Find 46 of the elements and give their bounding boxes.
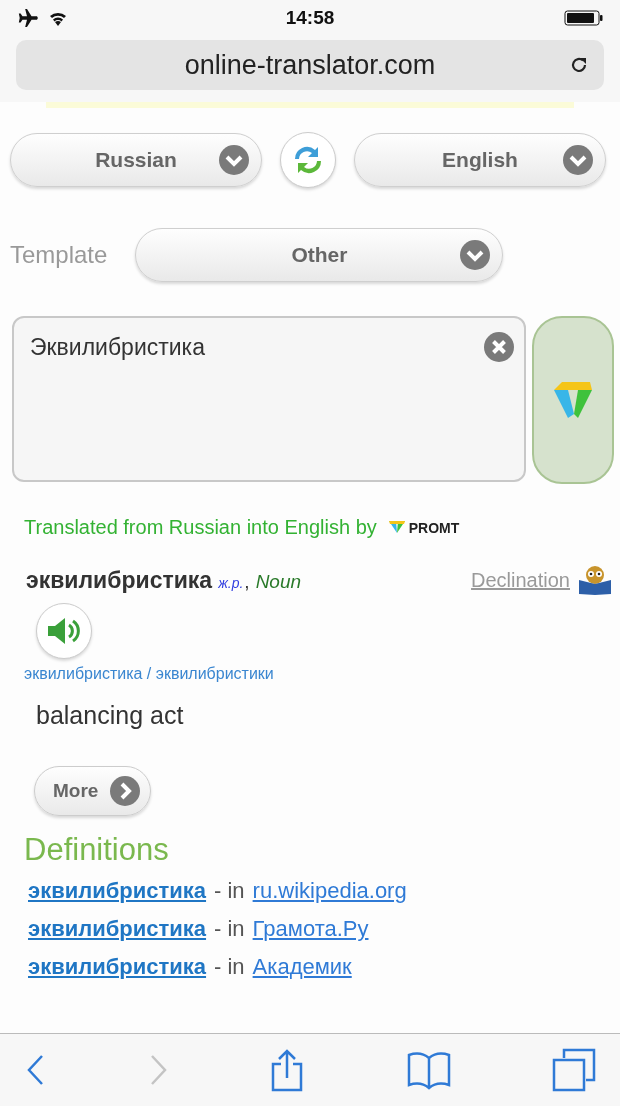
chevron-icon	[460, 240, 491, 270]
translate-button[interactable]	[532, 316, 614, 484]
wifi-icon	[48, 10, 68, 26]
tabs-icon[interactable]	[552, 1048, 596, 1092]
headword: эквилибристика	[26, 566, 213, 594]
source-link[interactable]: Академик	[252, 954, 352, 980]
target-language-select[interactable]: English	[354, 133, 606, 187]
speaker-icon	[46, 616, 82, 646]
word-forms-link[interactable]: эквилибристика / эквилибристики	[0, 659, 620, 683]
owl-book-icon[interactable]	[578, 565, 612, 595]
airplane-icon	[16, 8, 38, 28]
chevron-icon	[563, 145, 593, 175]
chevron-icon	[219, 145, 249, 175]
back-icon[interactable]	[26, 1053, 46, 1087]
definition-word-link[interactable]: эквилибристика	[28, 916, 207, 942]
source-link[interactable]: Грамота.Ру	[252, 916, 369, 942]
definition-word-link[interactable]: эквилибристика	[28, 878, 207, 904]
address-bar[interactable]: online-translator.com	[16, 40, 604, 90]
source-text-field[interactable]: Эквилибристика	[12, 316, 526, 482]
translation-text: balancing act	[35, 700, 185, 730]
battery-icon	[564, 10, 604, 26]
url-text: online-translator.com	[184, 49, 436, 81]
part-of-speech: Noun	[255, 570, 302, 593]
connector-text: - in	[214, 878, 245, 904]
separator-text: ,	[244, 570, 250, 593]
speaker-button[interactable]	[36, 603, 92, 659]
bookmarks-icon[interactable]	[406, 1050, 451, 1090]
definitions-heading: Definitions	[23, 831, 170, 868]
template-label: Template	[10, 241, 108, 269]
template-select[interactable]: Other	[135, 228, 504, 282]
brand-logo[interactable]: PROMT	[408, 519, 460, 536]
source-link[interactable]: ru.wikipedia.org	[252, 878, 407, 904]
status-time: 14:58	[285, 7, 335, 29]
gender-label: ж.р.	[218, 574, 244, 591]
logo-icon	[552, 380, 594, 420]
more-button[interactable]: More	[34, 766, 152, 816]
clear-icon[interactable]	[484, 332, 514, 362]
definition-word-link[interactable]: эквилибристика	[28, 954, 207, 980]
connector-text: - in	[214, 916, 245, 942]
credit-text: Translated from Russian into English by	[24, 516, 377, 539]
source-language-select[interactable]: Russian	[10, 133, 262, 187]
swap-button[interactable]	[280, 132, 336, 188]
connector-text: - in	[214, 954, 245, 980]
share-icon[interactable]	[269, 1048, 305, 1092]
declination-link[interactable]: Declination	[471, 568, 570, 592]
chevron-right-icon	[110, 776, 141, 806]
